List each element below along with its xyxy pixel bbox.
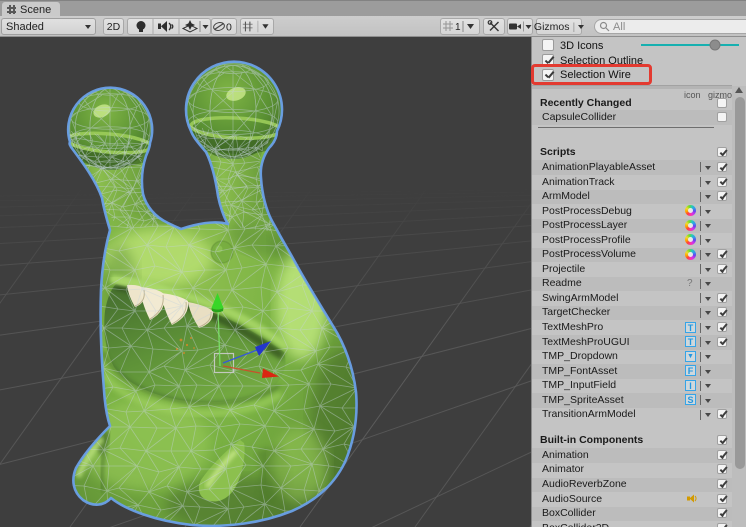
svg-text:0: 0 <box>226 22 232 34</box>
svg-text:1: 1 <box>455 22 461 33</box>
